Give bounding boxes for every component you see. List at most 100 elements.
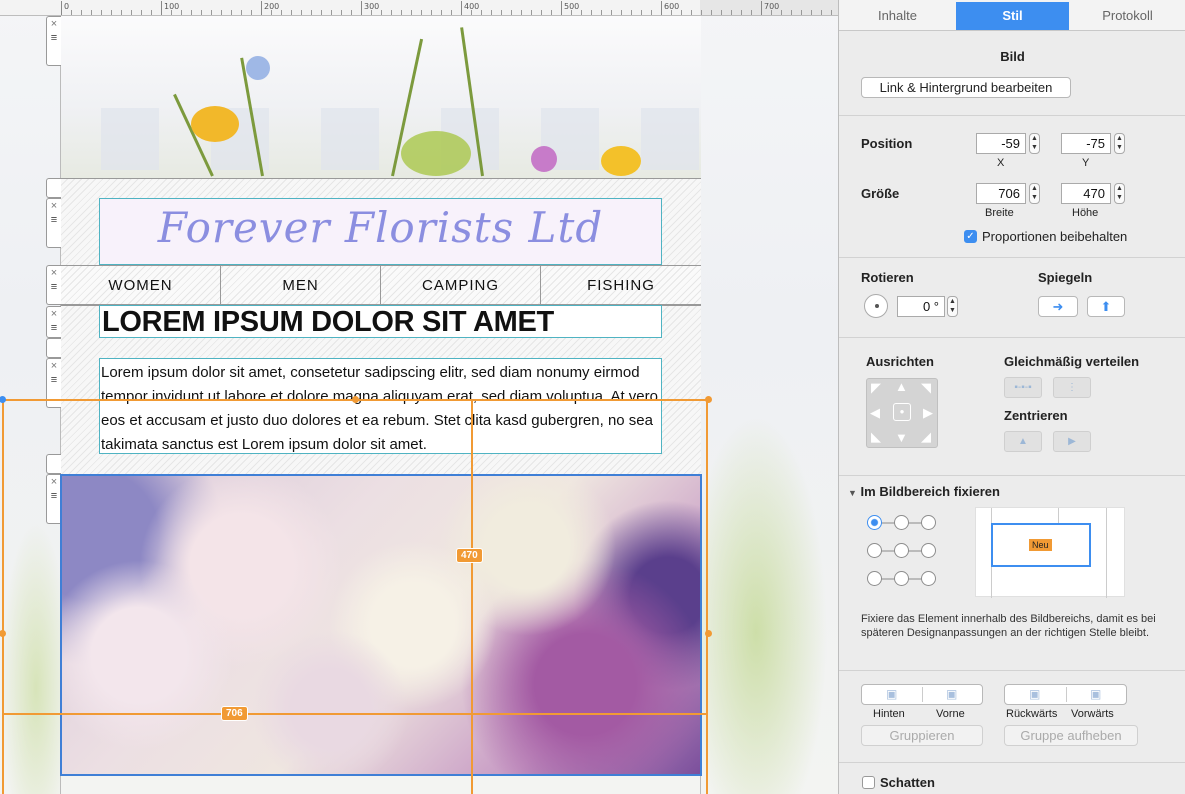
green-leaves: [401, 131, 471, 176]
backward-icon[interactable]: ▣: [1029, 687, 1040, 701]
nav-item-men[interactable]: MEN: [221, 266, 381, 304]
anchor-right[interactable]: [921, 543, 936, 558]
forward-icon[interactable]: ▣: [1090, 687, 1101, 701]
anchor-top[interactable]: [894, 515, 909, 530]
backward-button-label[interactable]: Rückwärts: [1006, 708, 1057, 720]
row-handle[interactable]: × ≡: [46, 16, 61, 66]
menu-icon[interactable]: ≡: [47, 280, 61, 294]
anchor-center[interactable]: [894, 543, 909, 558]
height-input[interactable]: 470: [1061, 183, 1111, 204]
width-stepper[interactable]: ▲ ▼: [1029, 183, 1040, 204]
menu-icon[interactable]: ≡: [47, 489, 61, 503]
selection-handle[interactable]: [0, 396, 6, 403]
back-button-label[interactable]: Hinten: [873, 708, 905, 720]
tab-protokoll[interactable]: Protokoll: [1069, 2, 1185, 30]
spacer-handle[interactable]: [46, 454, 61, 474]
row-handle[interactable]: × ≡: [46, 474, 61, 524]
selection-handle[interactable]: [705, 630, 712, 637]
mirror-vertical-button[interactable]: ⬆: [1087, 296, 1125, 317]
close-icon[interactable]: ×: [47, 475, 61, 489]
position-y-input[interactable]: -75: [1061, 133, 1111, 154]
spacer-handle[interactable]: [46, 178, 61, 198]
design-canvas[interactable]: 0 100 200 300 400 500 600 700 × ≡ × ≡ × ≡ × ≡ × ≡ × ≡…: [0, 0, 838, 794]
menu-icon[interactable]: ≡: [47, 373, 61, 387]
window-shape: [321, 108, 379, 170]
align-center-icon[interactable]: ●: [893, 403, 911, 421]
ruler-tick: [391, 10, 392, 15]
rotate-dial[interactable]: [864, 294, 888, 318]
center-horizontal-icon[interactable]: ▲: [1004, 431, 1042, 452]
selection-handle[interactable]: [352, 396, 359, 403]
position-label: Position: [861, 136, 913, 151]
anchor-left[interactable]: [867, 543, 882, 558]
ruler-tick: [821, 10, 822, 15]
roses-image[interactable]: [60, 474, 702, 776]
nav-item-women[interactable]: WOMEN: [61, 266, 221, 304]
proportions-checkbox[interactable]: ✓: [964, 230, 977, 243]
send-back-icon[interactable]: ▣: [886, 687, 897, 701]
ruler-label: 100: [164, 2, 180, 11]
fix-label[interactable]: ▼ Im Bildbereich fixieren: [848, 484, 1000, 499]
distribute-vertical-icon[interactable]: ⋮: [1053, 377, 1091, 398]
ruler-tick: [741, 10, 742, 15]
menu-icon[interactable]: ≡: [47, 321, 61, 335]
position-x-stepper[interactable]: ▲ ▼: [1029, 133, 1040, 154]
shadow-checkbox[interactable]: [862, 776, 875, 789]
anchor-bottom[interactable]: [894, 571, 909, 586]
row-handle[interactable]: × ≡: [46, 358, 61, 408]
group-button[interactable]: Gruppieren: [861, 725, 983, 746]
distribute-horizontal-icon[interactable]: ▪-▪-▪: [1004, 377, 1042, 398]
selection-handle[interactable]: [705, 396, 712, 403]
menu-icon[interactable]: ≡: [47, 31, 61, 45]
ruler-tick: [641, 10, 642, 15]
align-top-left-icon[interactable]: ◤: [871, 380, 881, 396]
row-handle[interactable]: × ≡: [46, 198, 61, 248]
close-icon[interactable]: ×: [47, 359, 61, 373]
headline-box[interactable]: LOREM IPSUM DOLOR SIT AMET: [99, 305, 662, 338]
bring-front-icon[interactable]: ▣: [946, 687, 957, 701]
center-vertical-icon[interactable]: ▶: [1053, 431, 1091, 452]
mirror-horizontal-button[interactable]: ➜: [1038, 296, 1078, 317]
close-icon[interactable]: ×: [47, 17, 61, 31]
align-top-icon[interactable]: ▲: [895, 379, 908, 394]
nav-item-camping[interactable]: CAMPING: [381, 266, 541, 304]
position-y-stepper[interactable]: ▲ ▼: [1114, 133, 1125, 154]
width-input[interactable]: 706: [976, 183, 1026, 204]
align-bottom-right-icon[interactable]: ◢: [921, 429, 931, 445]
tab-inhalte[interactable]: Inhalte: [839, 2, 956, 30]
position-x-input[interactable]: -59: [976, 133, 1026, 154]
link-background-button[interactable]: Link & Hintergrund bearbeiten: [861, 77, 1071, 98]
forward-button-label[interactable]: Vorwärts: [1071, 708, 1114, 720]
close-icon[interactable]: ×: [47, 266, 61, 280]
align-bottom-icon[interactable]: ▼: [895, 430, 908, 445]
anchor-top-left[interactable]: [867, 515, 882, 530]
site-title-box[interactable]: Forever Florists Ltd: [99, 198, 662, 265]
align-bottom-left-icon[interactable]: ◣: [871, 429, 881, 445]
align-pad[interactable]: ◤ ▲ ◥ ◀ ● ▶ ◣ ▼ ◢: [866, 378, 938, 448]
tab-stil[interactable]: Stil: [956, 2, 1069, 30]
body-text[interactable]: Lorem ipsum dolor sit amet, consetetur s…: [99, 358, 662, 454]
anchor-top-right[interactable]: [921, 515, 936, 530]
align-left-icon[interactable]: ◀: [870, 405, 880, 421]
front-button-label[interactable]: Vorne: [936, 708, 965, 720]
ungroup-button[interactable]: Gruppe aufheben: [1004, 725, 1138, 746]
width-measure: 706: [221, 706, 248, 721]
menu-icon[interactable]: ≡: [47, 213, 61, 227]
spacer-handle[interactable]: [46, 338, 61, 358]
height-guide: [471, 399, 473, 794]
rotate-stepper[interactable]: ▲ ▼: [947, 296, 958, 317]
header-flower-image[interactable]: [61, 16, 701, 178]
align-right-icon[interactable]: ▶: [923, 405, 933, 421]
nav-item-fishing[interactable]: FISHING: [541, 266, 701, 304]
row-handle[interactable]: × ≡: [46, 265, 61, 305]
row-handle[interactable]: × ≡: [46, 306, 61, 338]
align-top-right-icon[interactable]: ◥: [921, 380, 931, 396]
height-stepper[interactable]: ▲ ▼: [1114, 183, 1125, 204]
ruler-label: 700: [764, 2, 780, 11]
anchor-bottom-right[interactable]: [921, 571, 936, 586]
close-icon[interactable]: ×: [47, 307, 61, 321]
rotate-input[interactable]: 0 °: [897, 296, 945, 317]
close-icon[interactable]: ×: [47, 199, 61, 213]
ruler-tick: [81, 10, 82, 15]
anchor-bottom-left[interactable]: [867, 571, 882, 586]
